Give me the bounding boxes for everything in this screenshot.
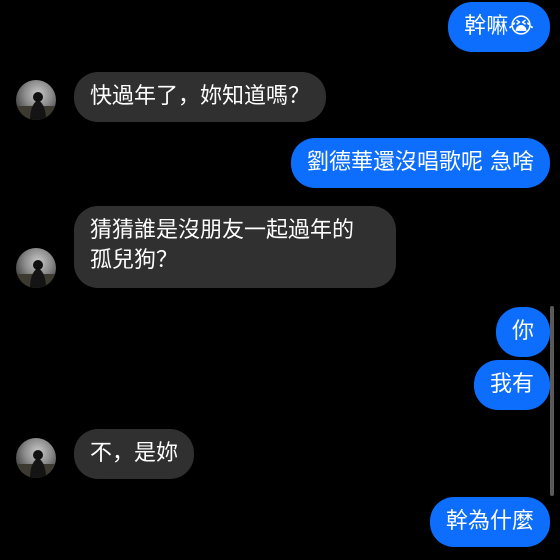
contact-avatar[interactable] (16, 248, 56, 288)
contact-avatar[interactable] (16, 80, 56, 120)
avatar-photo-icon (16, 450, 56, 478)
outgoing-message-bubble[interactable]: 劉德華還沒唱歌呢 急啥 (291, 138, 550, 188)
incoming-message-bubble[interactable]: 快過年了，妳知道嗎？ (74, 72, 327, 122)
chat-thread: 幹嘛😭 快過年了，妳知道嗎？ 劉德華還沒唱歌呢 急啥 猜猜誰是沒朋友一起過年的 … (0, 0, 560, 560)
outgoing-message-bubble[interactable]: 幹嘛😭 (448, 2, 550, 52)
incoming-message-bubble[interactable]: 不，是妳 (74, 429, 195, 479)
avatar-photo-icon (16, 260, 56, 288)
avatar-photo-icon (16, 92, 56, 120)
contact-avatar[interactable] (16, 438, 56, 478)
outgoing-message-bubble[interactable]: 幹為什麼 (429, 497, 550, 547)
outgoing-message-bubble[interactable]: 你 (495, 307, 550, 357)
incoming-message-bubble[interactable]: 猜猜誰是沒朋友一起過年的 孤兒狗？ (74, 206, 396, 288)
outgoing-message-bubble[interactable]: 我有 (473, 360, 550, 410)
scrollbar[interactable] (550, 306, 554, 496)
